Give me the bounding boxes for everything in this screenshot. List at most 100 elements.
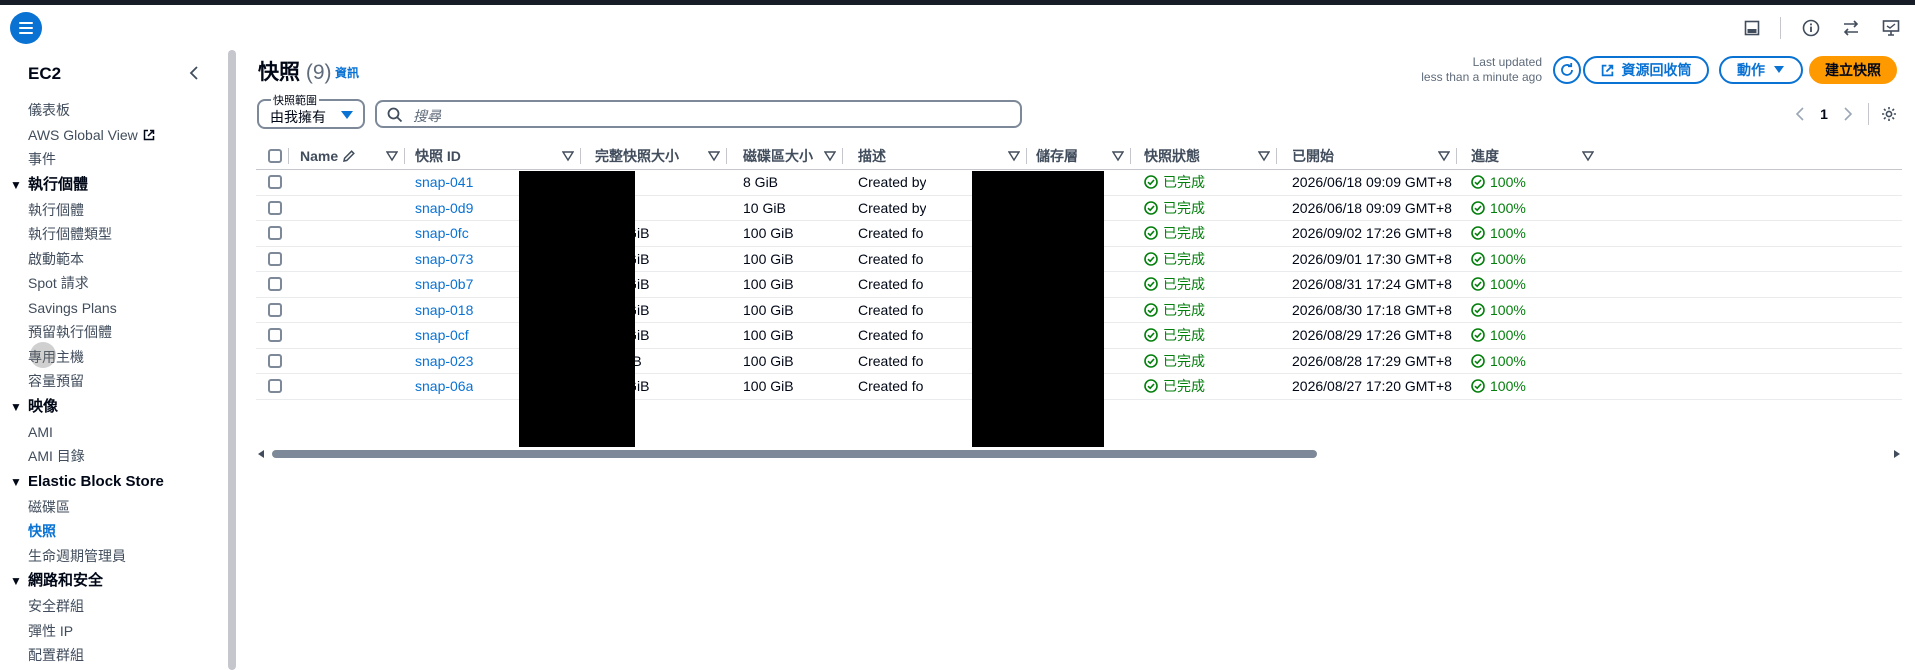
sort-icon[interactable] (386, 150, 398, 162)
row-select-cell (268, 323, 282, 348)
previous-page-button[interactable] (1790, 104, 1810, 124)
actions-dropdown-button[interactable]: 動作 (1719, 56, 1803, 84)
success-check-icon (1144, 175, 1158, 190)
volume-size: 100 GiB (743, 378, 794, 395)
sidebar-item-capacity-reservations[interactable]: 容量預留 (0, 369, 226, 394)
switch-button[interactable] (1841, 18, 1861, 38)
snapshot-id-link[interactable]: snap-0d9 (415, 196, 473, 221)
row-checkbox[interactable] (268, 302, 282, 317)
row-checkbox[interactable] (268, 353, 282, 368)
chevron-right-icon (1844, 107, 1853, 121)
info-link[interactable]: 資訊 (335, 64, 359, 81)
panel-icon (1744, 20, 1760, 36)
column-header-storage-tier[interactable]: 儲存層 (1036, 142, 1078, 169)
current-page[interactable]: 1 (1810, 106, 1838, 122)
snapshot-id-link[interactable]: snap-041 (415, 170, 473, 195)
sidebar-item-global-view[interactable]: AWS Global View (0, 123, 226, 148)
row-checkbox[interactable] (268, 175, 282, 190)
status-badge: 已完成 (1144, 170, 1205, 195)
last-updated: Last updated less than a minute ago (1421, 55, 1542, 84)
table-preferences-button[interactable] (1879, 104, 1899, 124)
select-all-checkbox[interactable] (268, 148, 282, 163)
sidebar-item-instances[interactable]: 執行個體 (0, 198, 226, 223)
sort-icon[interactable] (1582, 150, 1594, 162)
select-all-cell (268, 142, 282, 169)
progress-badge: 100% (1471, 196, 1526, 221)
column-separator (842, 148, 843, 164)
sort-icon[interactable] (824, 150, 836, 162)
sidebar-item-lifecycle-manager[interactable]: 生命週期管理員 (0, 544, 226, 569)
snapshot-id-link[interactable]: snap-0b7 (415, 272, 473, 297)
sidebar-item-placement-groups[interactable]: 配置群組 (0, 643, 226, 668)
scroll-left-arrow-icon[interactable] (258, 450, 264, 458)
create-snapshot-button[interactable]: 建立快照 (1809, 56, 1897, 84)
row-checkbox[interactable] (268, 328, 282, 343)
success-check-icon (1144, 277, 1158, 292)
column-header-snapshot-id[interactable]: 快照 ID (415, 142, 461, 169)
column-header-name[interactable]: Name (300, 142, 356, 169)
sidebar-item-reserved-instances[interactable]: 預留執行個體 (0, 320, 226, 345)
table-header-row: Name 快照 ID 完整快照大小 磁碟區大小 描述 儲存層 快照狀態 已開始 (256, 142, 1902, 170)
column-header-volume-size[interactable]: 磁碟區大小 (743, 142, 813, 169)
snapshot-id-link[interactable]: snap-073 (415, 247, 473, 272)
sort-icon[interactable] (1008, 150, 1020, 162)
snapshot-id-link[interactable]: snap-0fc (415, 221, 469, 246)
sidebar-item-ami[interactable]: AMI (0, 420, 226, 445)
recycle-bin-button[interactable]: 資源回收筒 (1583, 56, 1709, 84)
info-panel-button[interactable] (1801, 18, 1821, 38)
sidebar-item-spot-requests[interactable]: Spot 請求 (0, 271, 226, 296)
column-header-full-size[interactable]: 完整快照大小 (595, 142, 679, 169)
row-checkbox[interactable] (268, 277, 282, 292)
sidebar-item-security-groups[interactable]: 安全群組 (0, 594, 226, 619)
column-header-started[interactable]: 已開始 (1292, 142, 1334, 169)
hamburger-menu-button[interactable] (10, 12, 42, 44)
sidebar-item-instance-types[interactable]: 執行個體類型 (0, 222, 226, 247)
sidebar-item-elastic-ips[interactable]: 彈性 IP (0, 619, 226, 644)
row-checkbox[interactable] (268, 379, 282, 394)
scroll-right-arrow-icon[interactable] (1894, 450, 1900, 458)
sort-icon[interactable] (708, 150, 720, 162)
collapse-sidebar-icon[interactable] (186, 64, 204, 82)
row-checkbox[interactable] (268, 226, 282, 241)
column-header-progress[interactable]: 進度 (1471, 142, 1499, 169)
snapshot-id-link[interactable]: snap-018 (415, 298, 473, 323)
snapshot-scope-select[interactable]: 快照範圍 由我擁有 (257, 92, 365, 129)
sidebar-item-savings-plans[interactable]: Savings Plans (0, 296, 226, 321)
sidebar-item-events[interactable]: 事件 (0, 147, 226, 172)
success-check-icon (1471, 175, 1485, 190)
column-header-description[interactable]: 描述 (858, 142, 886, 169)
column-header-snapshot-status[interactable]: 快照狀態 (1144, 142, 1200, 169)
sidebar-section-instances[interactable]: ▼ 執行個體 (0, 172, 226, 198)
snapshot-id-link[interactable]: snap-023 (415, 349, 473, 374)
sidebar-section-ebs[interactable]: ▼ Elastic Block Store (0, 469, 226, 495)
next-page-button[interactable] (1838, 104, 1858, 124)
sidebar-item-ami-catalog[interactable]: AMI 目錄 (0, 444, 226, 469)
sidebar-item-launch-templates[interactable]: 啟動範本 (0, 247, 226, 272)
panel-toggle-button[interactable] (1742, 18, 1762, 38)
sidebar-item-snapshots[interactable]: 快照 (0, 519, 226, 544)
sidebar-section-images[interactable]: ▼ 映像 (0, 394, 226, 420)
sort-icon[interactable] (1112, 150, 1124, 162)
sort-icon[interactable] (562, 150, 574, 162)
sidebar-scrollbar[interactable] (228, 50, 236, 670)
sidebar-section-network-security[interactable]: ▼ 網路和安全 (0, 568, 226, 594)
search-input[interactable]: 搜尋 (375, 100, 1022, 128)
horizontal-scrollbar[interactable] (256, 449, 1902, 459)
row-checkbox[interactable] (268, 200, 282, 215)
sort-icon[interactable] (1438, 150, 1450, 162)
volume-size: 100 GiB (743, 327, 794, 344)
sidebar-item-volumes[interactable]: 磁碟區 (0, 495, 226, 520)
success-check-icon (1471, 379, 1485, 394)
row-checkbox[interactable] (268, 251, 282, 266)
refresh-button[interactable] (1553, 56, 1581, 84)
sidebar-item-dashboard[interactable]: 儀表板 (0, 98, 226, 123)
external-link-icon (143, 129, 154, 140)
horizontal-scroll-thumb[interactable] (272, 450, 1317, 458)
snapshot-id-link[interactable]: snap-06a (415, 374, 473, 399)
page-title: 快照 (9) (258, 61, 332, 84)
sort-icon[interactable] (1258, 150, 1270, 162)
status-badge: 已完成 (1144, 247, 1205, 272)
snapshot-id-link[interactable]: snap-0cf (415, 323, 469, 348)
feedback-button[interactable] (1881, 18, 1901, 38)
row-select-cell (268, 247, 282, 272)
